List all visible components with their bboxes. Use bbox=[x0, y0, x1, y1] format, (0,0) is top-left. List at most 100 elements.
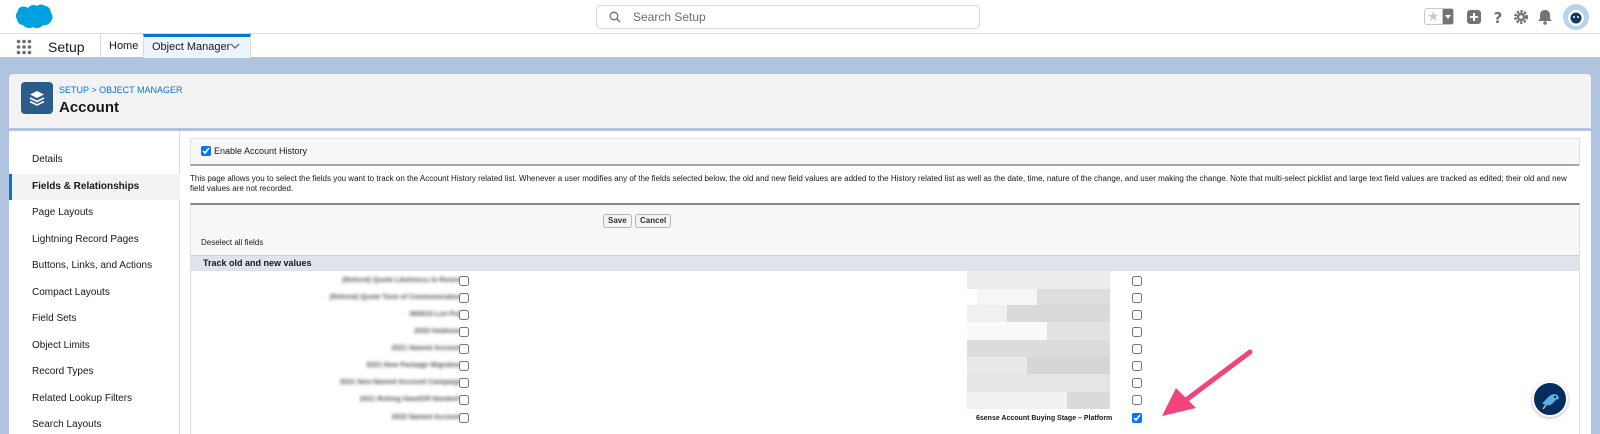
sidebar-item-label: Fields & Relationships bbox=[32, 181, 140, 192]
user-avatar[interactable] bbox=[1563, 4, 1589, 30]
field-track-checkbox[interactable] bbox=[1132, 344, 1142, 354]
sidebar-item-label: Search Layouts bbox=[32, 419, 102, 430]
content-area: Details Fields & Relationships Page Layo… bbox=[9, 131, 1591, 434]
sidebar-item-label: Details bbox=[32, 154, 63, 165]
tab-object-manager-label: Object Manager bbox=[152, 41, 231, 53]
sidebar-item-related-lookup-filters[interactable]: Related Lookup Filters bbox=[9, 386, 180, 412]
field-track-checkbox[interactable] bbox=[1132, 361, 1142, 371]
field-track-checkbox[interactable] bbox=[459, 378, 469, 388]
field-track-checkbox[interactable] bbox=[1132, 395, 1142, 405]
favorites-star-icon: ★ bbox=[1427, 8, 1440, 24]
sidebar-item-page-layouts[interactable]: Page Layouts bbox=[9, 200, 180, 226]
field-row: 060619 List Pull bbox=[191, 308, 1579, 325]
field-label: (Retired) Quote Likeliness to Renew bbox=[342, 277, 462, 284]
section-title: Track old and new values bbox=[191, 255, 1579, 271]
field-list: (Retired) Quote Likeliness to Renew (Ret… bbox=[191, 271, 1579, 434]
search-setup-field[interactable] bbox=[596, 5, 980, 29]
field-track-checkbox[interactable] bbox=[459, 276, 469, 286]
field-label: 2021 Named Account bbox=[391, 345, 462, 352]
sidebar-item-label: Record Types bbox=[32, 366, 94, 377]
assistant-button[interactable] bbox=[1532, 381, 1568, 417]
field-row: (Retired) Quote Tone of Communication bbox=[191, 291, 1579, 308]
sidebar-item-buttons-links-actions[interactable]: Buttons, Links, and Actions bbox=[9, 253, 180, 279]
notification-bell-icon[interactable] bbox=[1536, 8, 1554, 26]
favorites-button[interactable]: ★ bbox=[1424, 8, 1454, 25]
field-label: 2021 Non-Named Account Campaign bbox=[339, 379, 462, 386]
track-fields-form: Save Cancel Deselect all fields Track ol… bbox=[190, 203, 1580, 434]
sidebar-item-label: Lightning Record Pages bbox=[32, 234, 139, 245]
global-header: ★ ? bbox=[0, 0, 1600, 34]
sidebar-item-label: Page Layouts bbox=[32, 207, 94, 218]
einstein-bird-icon bbox=[1542, 394, 1559, 410]
sidebar-item-details[interactable]: Details bbox=[9, 147, 180, 173]
sidebar-item-fields-relationships[interactable]: Fields & Relationships bbox=[9, 174, 180, 200]
field-label-6sense: 6sense Account Buying Stage – Platform bbox=[976, 415, 1113, 422]
sidebar-item-field-sets[interactable]: Field Sets bbox=[9, 306, 180, 332]
field-track-checkbox[interactable] bbox=[1132, 310, 1142, 320]
sidebar-item-label: Object Limits bbox=[32, 340, 90, 351]
breadcrumb[interactable]: SETUP > OBJECT MANAGER bbox=[59, 85, 182, 95]
field-label: 2020 Holdover bbox=[414, 328, 462, 335]
field-label: 2021 Rolling HandOff Needed? bbox=[359, 396, 462, 403]
field-label: 2022 Named Account bbox=[391, 414, 462, 421]
field-track-checkbox[interactable] bbox=[459, 395, 469, 405]
field-track-checkbox[interactable] bbox=[1132, 276, 1142, 286]
field-row: 2021 Named Account bbox=[191, 342, 1579, 359]
field-track-checkbox[interactable] bbox=[459, 327, 469, 337]
deselect-all-link[interactable]: Deselect all fields bbox=[201, 238, 263, 247]
sidebar-item-search-layouts[interactable]: Search Layouts bbox=[9, 412, 180, 434]
sidebar-item-label: Field Sets bbox=[32, 313, 77, 324]
field-row: 2022 Named Account bbox=[191, 411, 1579, 428]
field-track-checkbox[interactable] bbox=[459, 293, 469, 303]
add-icon[interactable] bbox=[1465, 8, 1483, 26]
app-launcher-icon[interactable] bbox=[16, 39, 32, 55]
enable-history-row: Enable Account History bbox=[190, 138, 1580, 166]
save-button[interactable]: Save bbox=[603, 214, 632, 228]
sidebar-item-label: Compact Layouts bbox=[32, 287, 110, 298]
search-input[interactable] bbox=[633, 9, 963, 25]
sidebar-item-record-types[interactable]: Record Types bbox=[9, 359, 180, 385]
page-title: Account bbox=[59, 99, 119, 116]
field-row: 2020 Holdover bbox=[191, 325, 1579, 342]
search-icon bbox=[609, 11, 621, 23]
chevron-down-icon[interactable] bbox=[230, 42, 240, 50]
history-description: This page allows you to select the field… bbox=[190, 174, 1567, 193]
field-row: 2021 Non-Named Account Campaign bbox=[191, 376, 1579, 393]
field-row: (Retired) Quote Likeliness to Renew bbox=[191, 274, 1579, 291]
app-name: Setup bbox=[48, 39, 85, 55]
tab-object-manager[interactable]: Object Manager bbox=[143, 34, 251, 58]
field-track-checkbox[interactable] bbox=[1132, 378, 1142, 388]
field-track-checkbox[interactable] bbox=[459, 361, 469, 371]
sidebar-item-object-limits[interactable]: Object Limits bbox=[9, 333, 180, 359]
field-label: 2021 New Package Migration bbox=[366, 362, 462, 369]
field-row: 2021 New Package Migration bbox=[191, 359, 1579, 376]
page-header: SETUP > OBJECT MANAGER Account bbox=[9, 74, 1591, 128]
enable-history-checkbox[interactable] bbox=[201, 146, 211, 156]
salesforce-cloud-icon[interactable] bbox=[10, 3, 54, 31]
field-track-checkbox[interactable] bbox=[459, 344, 469, 354]
enable-history-label: Enable Account History bbox=[214, 146, 308, 156]
field-row: 2021 Rolling HandOff Needed? bbox=[191, 393, 1579, 410]
setup-gear-icon[interactable] bbox=[1512, 8, 1530, 26]
layers-icon bbox=[29, 91, 45, 106]
cancel-button[interactable]: Cancel bbox=[635, 214, 672, 228]
svg-text:?: ? bbox=[1494, 9, 1503, 26]
sidebar-item-compact-layouts[interactable]: Compact Layouts bbox=[9, 280, 180, 306]
field-label: 060619 List Pull bbox=[409, 311, 462, 318]
tab-home-label: Home bbox=[109, 40, 139, 52]
help-icon[interactable]: ? bbox=[1489, 8, 1507, 26]
favorites-dropdown-icon[interactable] bbox=[1442, 9, 1453, 24]
sidebar-item-lightning-record-pages[interactable]: Lightning Record Pages bbox=[9, 227, 180, 253]
tab-home[interactable]: Home bbox=[100, 34, 146, 58]
field-history-panel: Enable Account History This page allows … bbox=[188, 131, 1582, 434]
sidebar-item-label: Related Lookup Filters bbox=[32, 393, 133, 404]
field-track-checkbox[interactable] bbox=[1132, 293, 1142, 303]
field-track-checkbox-6sense[interactable] bbox=[1132, 413, 1142, 423]
field-track-checkbox[interactable] bbox=[459, 310, 469, 320]
context-bar: Setup Home Object Manager bbox=[0, 34, 1600, 60]
astro-avatar-icon bbox=[1568, 10, 1584, 26]
field-track-checkbox[interactable] bbox=[1132, 327, 1142, 337]
field-track-checkbox[interactable] bbox=[459, 413, 469, 423]
object-sidebar: Details Fields & Relationships Page Layo… bbox=[9, 131, 180, 434]
object-manager-icon bbox=[21, 82, 53, 114]
